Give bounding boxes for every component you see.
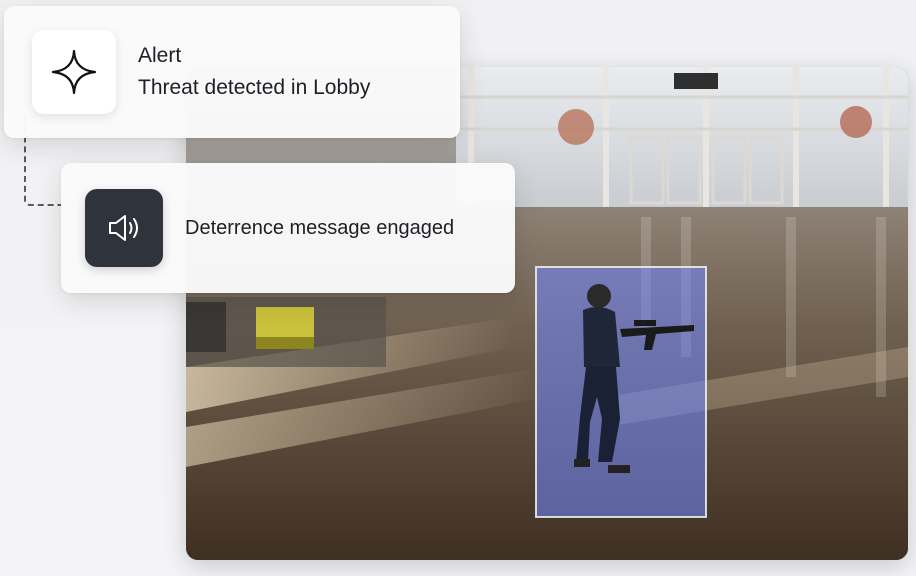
lobby-scene [186,67,908,560]
deterrence-message: Deterrence message engaged [185,216,455,239]
sparkle-icon [32,30,116,114]
speaker-icon [85,189,163,267]
camera-feed [186,67,908,560]
alert-title: Alert [138,44,182,67]
detection-box [536,267,706,517]
alert-card[interactable]: Alert Threat detected in Lobby [4,6,460,138]
alert-message: Threat detected in Lobby [138,76,371,99]
deterrence-card[interactable]: Deterrence message engaged [61,163,515,293]
